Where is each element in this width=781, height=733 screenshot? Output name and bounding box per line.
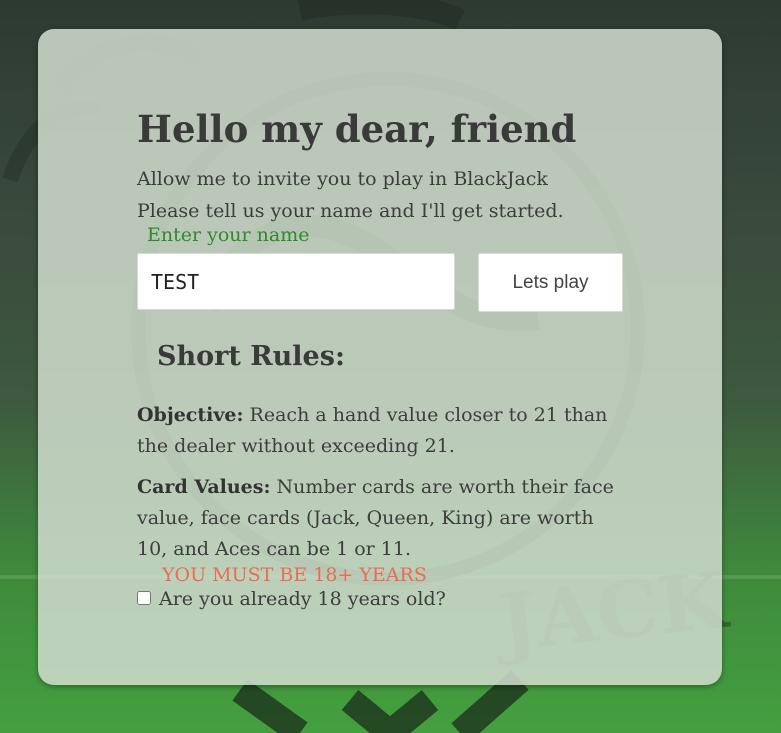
lets-play-button[interactable]: Lets play [478,253,623,312]
name-input[interactable] [137,253,455,310]
rule-card-values-label: Card Values: [137,476,271,498]
age-checkbox-label[interactable]: Are you already 18 years old? [159,588,446,610]
age-checkbox[interactable] [137,591,151,605]
age-warning: YOU MUST BE 18+ YEARS [162,564,427,586]
intro-line-2: Please tell us your name and I'll get st… [137,200,564,222]
rule-objective: Objective: Reach a hand value closer to … [137,400,617,462]
intro-line-1: Allow me to invite you to play in BlackJ… [137,168,548,190]
welcome-card: Hello my dear, friend Allow me to invite… [38,29,722,685]
intro-text: Allow me to invite you to play in BlackJ… [137,163,617,227]
name-label: Enter your name [147,224,310,246]
rule-card-values: Card Values: Number cards are worth thei… [137,472,617,565]
page-title: Hello my dear, friend [137,107,577,151]
rules-heading: Short Rules: [157,341,345,372]
rule-objective-label: Objective: [137,404,244,426]
